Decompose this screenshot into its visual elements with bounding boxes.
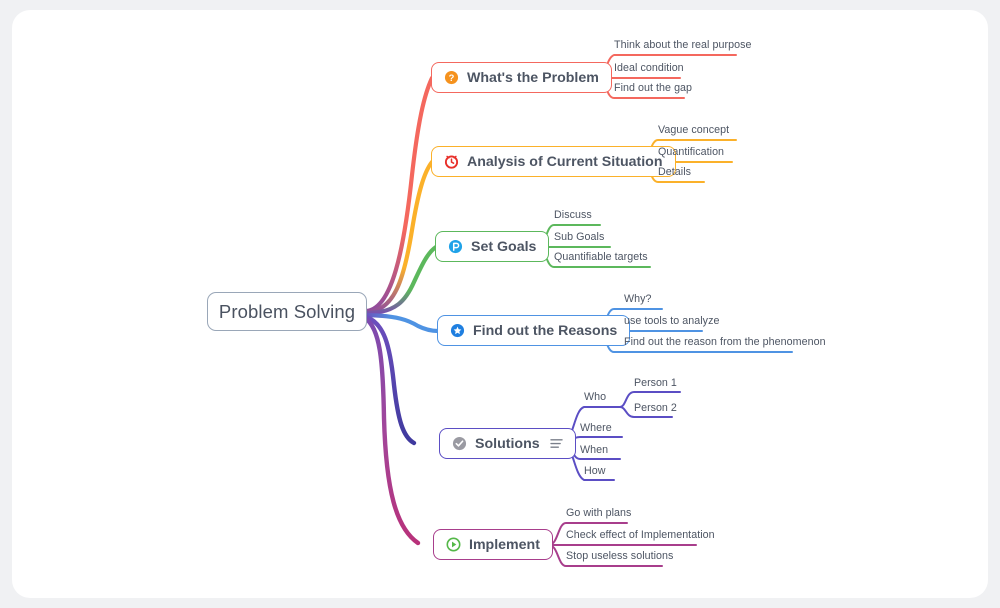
leaf-node[interactable]: Person 1: [634, 377, 677, 390]
root-node[interactable]: Problem Solving: [207, 292, 367, 331]
mindmap-canvas: Problem Solving ? What's the Problem Thi…: [0, 0, 1000, 608]
subtopic-node[interactable]: Why?: [624, 293, 652, 306]
topic-node-set-goals[interactable]: Set Goals: [435, 231, 550, 262]
check-circle-icon: [452, 436, 467, 451]
leaf-node[interactable]: Person 2: [634, 402, 677, 415]
subtopic-node[interactable]: Details: [658, 166, 691, 179]
subtopic-node[interactable]: Vague concept: [658, 124, 729, 137]
subtopic-node[interactable]: Discuss: [554, 209, 592, 222]
topic-label: Implement: [469, 536, 540, 553]
topic-label: Analysis of Current Situation: [467, 153, 663, 170]
subtopic-node[interactable]: When: [580, 444, 608, 457]
subtopic-node[interactable]: Stop useless solutions: [566, 550, 673, 563]
topic-label: What's the Problem: [467, 69, 599, 86]
root-node-label: Problem Solving: [218, 300, 356, 322]
subtopic-node[interactable]: Find out the gap: [614, 82, 692, 95]
subtopic-node[interactable]: Sub Goals: [554, 231, 604, 244]
mindmap-sheet: [12, 10, 988, 598]
play-circle-icon: [446, 537, 461, 552]
topic-node-solutions[interactable]: Solutions: [439, 428, 576, 459]
alarm-clock-icon: [444, 155, 459, 169]
topic-node-find-out-the-reasons[interactable]: Find out the Reasons: [437, 315, 631, 346]
subtopic-node[interactable]: Who: [584, 391, 606, 404]
subtopic-node[interactable]: Check effect of Implementation: [566, 529, 715, 542]
subtopic-node[interactable]: Think about the real purpose: [614, 39, 751, 52]
topic-label: Find out the Reasons: [473, 322, 618, 339]
subtopic-node[interactable]: use tools to analyze: [624, 315, 719, 328]
notes-lines-icon[interactable]: [549, 438, 563, 449]
subtopic-node[interactable]: Where: [580, 422, 612, 435]
subtopic-node[interactable]: Ideal condition: [614, 62, 684, 75]
topic-node-implement[interactable]: Implement: [433, 529, 553, 560]
subtopic-node[interactable]: How: [584, 465, 606, 478]
subtopic-node[interactable]: Quantification: [658, 146, 724, 159]
topic-label: Solutions: [475, 435, 540, 452]
topic-node-analysis-of-current-situation[interactable]: Analysis of Current Situation: [431, 146, 676, 177]
target-flag-circle-icon: [448, 239, 463, 254]
svg-text:?: ?: [449, 73, 455, 83]
subtopic-node[interactable]: Find out the reason from the phenomenon: [624, 336, 826, 349]
subtopic-node[interactable]: Quantifiable targets: [554, 251, 648, 264]
topic-label: Set Goals: [471, 238, 537, 255]
star-circle-icon: [450, 323, 465, 338]
topic-node-whats-the-problem[interactable]: ? What's the Problem: [431, 62, 612, 93]
subtopic-node[interactable]: Go with plans: [566, 507, 631, 520]
question-circle-icon: ?: [444, 70, 459, 85]
